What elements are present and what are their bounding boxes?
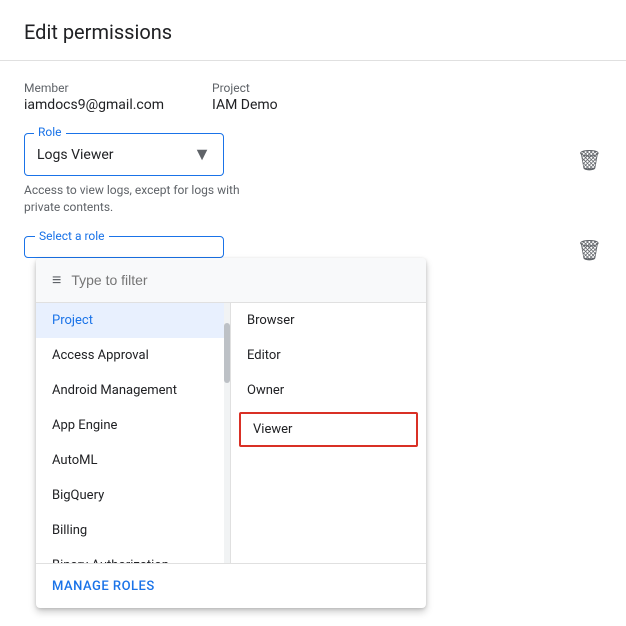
right-item-owner[interactable]: Owner	[231, 373, 426, 408]
left-item-binary-authorization[interactable]: Binary Authorization	[36, 548, 230, 563]
filter-icon: ≡	[52, 270, 61, 290]
manage-roles-row: MANAGE ROLES	[36, 563, 426, 608]
member-label: Member	[24, 81, 164, 95]
select-role-label: Select a role	[35, 229, 109, 243]
content-area: Member iamdocs9@gmail.com Project IAM De…	[0, 61, 626, 278]
selected-role-text: Logs Viewer	[37, 147, 114, 163]
dropdown-arrow-icon: ▼	[193, 144, 211, 165]
left-item-app-engine[interactable]: App Engine	[36, 408, 230, 443]
member-info: Member iamdocs9@gmail.com	[24, 81, 164, 113]
delete-role-1-button[interactable]: 🗑	[577, 148, 602, 172]
role-description: Access to view logs, except for logs wit…	[24, 182, 264, 216]
scrollbar-track	[224, 303, 230, 563]
select-role-section: Select a role	[24, 236, 602, 258]
role-filter-dropdown: ≡ Project Access Approval Android Manage…	[36, 258, 426, 608]
header: Edit permissions	[0, 0, 626, 61]
project-value: IAM Demo	[212, 97, 278, 113]
right-item-editor[interactable]: Editor	[231, 338, 426, 373]
member-project-row: Member iamdocs9@gmail.com Project IAM De…	[24, 81, 602, 113]
left-item-access-approval[interactable]: Access Approval	[36, 338, 230, 373]
role-dropdown-container: Role Logs Viewer ▼	[24, 133, 224, 176]
edit-permissions-page: Edit permissions Member iamdocs9@gmail.c…	[0, 0, 626, 626]
panel-columns: Project Access Approval Android Manageme…	[36, 303, 426, 563]
left-column[interactable]: Project Access Approval Android Manageme…	[36, 303, 231, 563]
left-item-automl[interactable]: AutoML	[36, 443, 230, 478]
left-item-billing[interactable]: Billing	[36, 513, 230, 548]
scrollbar-thumb[interactable]	[224, 323, 230, 383]
role-dropdown[interactable]: Logs Viewer ▼	[24, 133, 224, 176]
select-role-dropdown[interactable]: Select a role	[24, 236, 224, 258]
right-item-viewer[interactable]: Viewer	[239, 412, 418, 447]
left-item-android-management[interactable]: Android Management	[36, 373, 230, 408]
project-info: Project IAM Demo	[212, 81, 278, 113]
left-item-project[interactable]: Project	[36, 303, 230, 338]
role-section: Role Logs Viewer ▼ Access to view logs, …	[24, 133, 602, 216]
delete-role-2-button[interactable]: 🗑	[577, 238, 602, 262]
manage-roles-link[interactable]: MANAGE ROLES	[52, 579, 155, 594]
member-value: iamdocs9@gmail.com	[24, 97, 164, 113]
project-label: Project	[212, 81, 278, 95]
left-item-bigquery[interactable]: BigQuery	[36, 478, 230, 513]
filter-input[interactable]	[71, 272, 410, 288]
right-column[interactable]: Browser Editor Owner Viewer	[231, 303, 426, 563]
filter-row: ≡	[36, 258, 426, 303]
page-title: Edit permissions	[24, 20, 602, 44]
role-field-label: Role	[34, 125, 66, 139]
right-item-browser[interactable]: Browser	[231, 303, 426, 338]
